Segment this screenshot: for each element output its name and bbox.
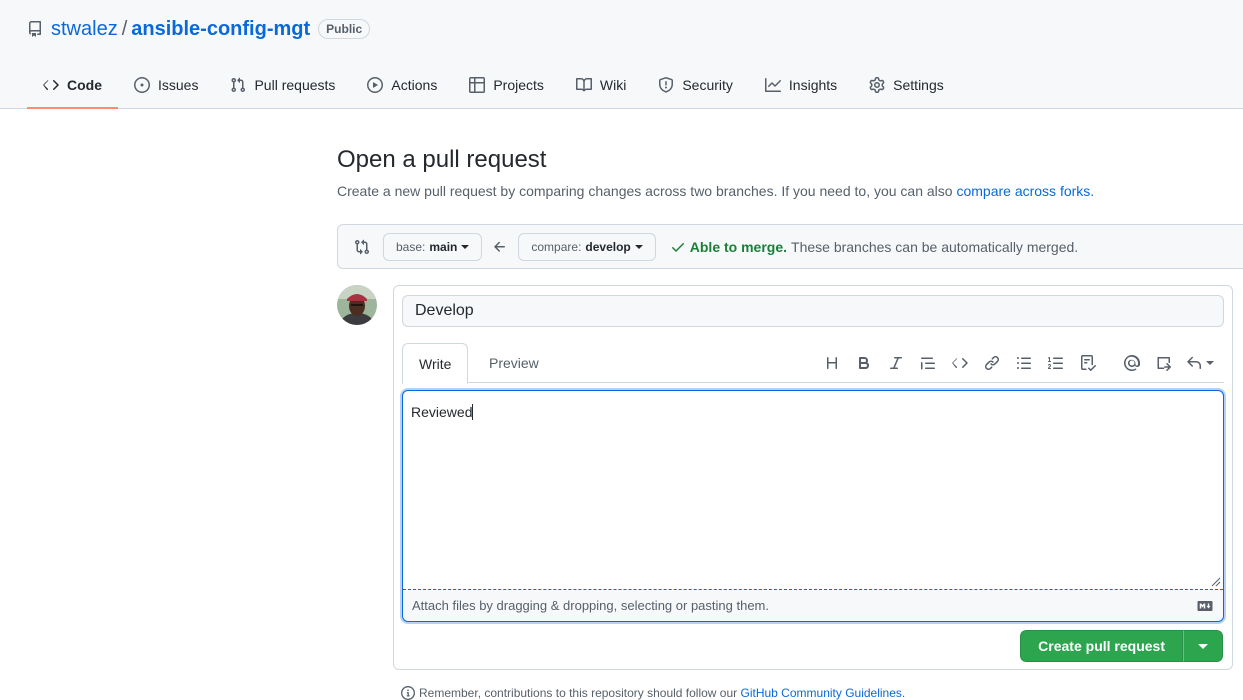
tab-label: Settings	[893, 77, 944, 93]
compare-header: Open a pull request Create a new pull re…	[337, 145, 1243, 201]
comment-body-textarea[interactable]: Reviewed Attach files by dragging & drop…	[402, 390, 1224, 622]
page-subtitle: Create a new pull request by comparing c…	[337, 181, 1243, 201]
compare-forks-link[interactable]: compare across forks.	[956, 183, 1094, 199]
gear-icon	[869, 77, 885, 93]
page-title: Open a pull request	[337, 146, 547, 173]
chevron-down-icon	[461, 244, 470, 249]
tab-pull-requests[interactable]: Pull requests	[214, 62, 351, 108]
repo-title: stwalez / ansible-config-mgt Public	[27, 16, 371, 42]
tab-write-label: Write	[419, 355, 452, 372]
tab-code[interactable]: Code	[27, 62, 118, 109]
tab-preview-label: Preview	[489, 355, 539, 371]
title-input[interactable]: Develop	[402, 295, 1224, 327]
community-guidelines-link[interactable]: GitHub Community Guidelines.	[741, 686, 906, 700]
bold-icon[interactable]	[848, 351, 880, 375]
ordered-list-icon[interactable]	[1040, 351, 1072, 375]
base-value: main	[429, 239, 458, 254]
tab-projects[interactable]: Projects	[453, 62, 560, 108]
repo-name-link[interactable]: ansible-config-mgt	[131, 18, 310, 41]
title-input-value: Develop	[415, 302, 474, 319]
check-icon	[671, 242, 684, 252]
merge-status-detail: These branches can be automatically merg…	[791, 238, 1079, 255]
tab-label: Code	[67, 77, 102, 93]
editor-tabs: Write Preview	[402, 343, 1224, 384]
mention-icon[interactable]	[1116, 351, 1148, 375]
create-pull-request-group: Create pull request	[1020, 630, 1223, 662]
chevron-down-icon	[1198, 643, 1208, 649]
tab-issues[interactable]: Issues	[118, 62, 214, 108]
tab-insights[interactable]: Insights	[749, 62, 853, 108]
comment-body-value: Reviewed	[411, 404, 474, 420]
tab-label: Insights	[788, 77, 838, 93]
issue-circle-icon	[134, 77, 150, 93]
merge-status: Able to merge. These branches can be aut…	[670, 239, 1078, 255]
tab-preview[interactable]: Preview	[473, 343, 555, 383]
base-branch-select[interactable]: base: main	[383, 232, 483, 261]
comment-text: Reviewed	[411, 404, 473, 420]
base-label: base:	[396, 239, 426, 254]
tab-settings[interactable]: Settings	[853, 62, 960, 108]
visibility-badge: Public	[318, 19, 371, 39]
play-icon	[367, 77, 384, 93]
branch-range-bar: base: main compare: develop Able to merg…	[337, 224, 1243, 269]
repo-header: stwalez / ansible-config-mgt Public Code…	[0, 0, 1243, 109]
repo-separator: /	[121, 17, 128, 40]
avatar[interactable]	[337, 285, 377, 325]
code-icon[interactable]	[944, 351, 976, 375]
attach-files-text: Attach files by dragging & dropping, sel…	[412, 598, 769, 613]
tab-wiki[interactable]: Wiki	[560, 62, 642, 108]
resize-handle-icon[interactable]	[1211, 577, 1221, 587]
tab-label: Actions	[391, 77, 438, 93]
tab-security[interactable]: Security	[642, 62, 749, 108]
unordered-list-icon[interactable]	[1008, 351, 1040, 375]
tab-label: Wiki	[599, 77, 627, 93]
contribution-note-text: Remember, contributions to this reposito…	[419, 686, 738, 700]
contribution-note: Remember, contributions to this reposito…	[401, 686, 905, 700]
shield-icon	[659, 77, 674, 93]
heading-icon[interactable]	[816, 351, 848, 375]
table-icon	[469, 77, 486, 93]
link-icon[interactable]	[976, 351, 1008, 375]
create-options-dropdown[interactable]	[1183, 630, 1223, 662]
text-cursor	[472, 404, 474, 420]
tab-label: Projects	[493, 77, 544, 93]
merge-status-label: Able to merge.	[689, 238, 788, 255]
markdown-icon[interactable]	[1197, 599, 1213, 613]
tab-label: Security	[682, 77, 733, 93]
repo-nav-tabs: Code Issues Pull requests Actions Projec…	[27, 62, 960, 109]
task-list-icon[interactable]	[1072, 351, 1104, 375]
tab-label: Issues	[158, 77, 199, 93]
quote-icon[interactable]	[912, 351, 944, 375]
tab-label: Pull requests	[254, 77, 336, 93]
arrow-left-icon	[492, 239, 508, 255]
info-icon	[401, 686, 415, 700]
chevron-down-icon	[634, 244, 643, 249]
file-attachment-dropzone[interactable]: Attach files by dragging & dropping, sel…	[403, 589, 1223, 621]
tab-write[interactable]: Write	[402, 343, 469, 384]
italic-icon[interactable]	[880, 351, 912, 375]
repo-owner-link[interactable]: stwalez	[51, 18, 118, 41]
pull-request-icon	[231, 77, 246, 93]
code-icon	[43, 80, 59, 90]
tab-actions[interactable]: Actions	[351, 62, 453, 108]
create-pull-request-button[interactable]: Create pull request	[1020, 630, 1183, 662]
pull-request-form: Develop Write Preview Reviewed Attach fi…	[393, 285, 1233, 670]
reply-icon[interactable]	[1180, 351, 1220, 375]
compare-value: develop	[585, 239, 631, 254]
graph-icon	[764, 78, 781, 92]
compare-label: compare:	[531, 239, 582, 254]
git-compare-icon	[354, 239, 370, 255]
chevron-down-icon	[1206, 361, 1214, 365]
book-icon	[575, 77, 592, 92]
repo-book-icon	[27, 21, 43, 37]
markdown-toolbar	[816, 351, 1220, 375]
compare-branch-select[interactable]: compare: develop	[518, 232, 656, 261]
reference-icon[interactable]	[1148, 351, 1180, 375]
subtitle-text: Create a new pull request by comparing c…	[337, 183, 953, 199]
